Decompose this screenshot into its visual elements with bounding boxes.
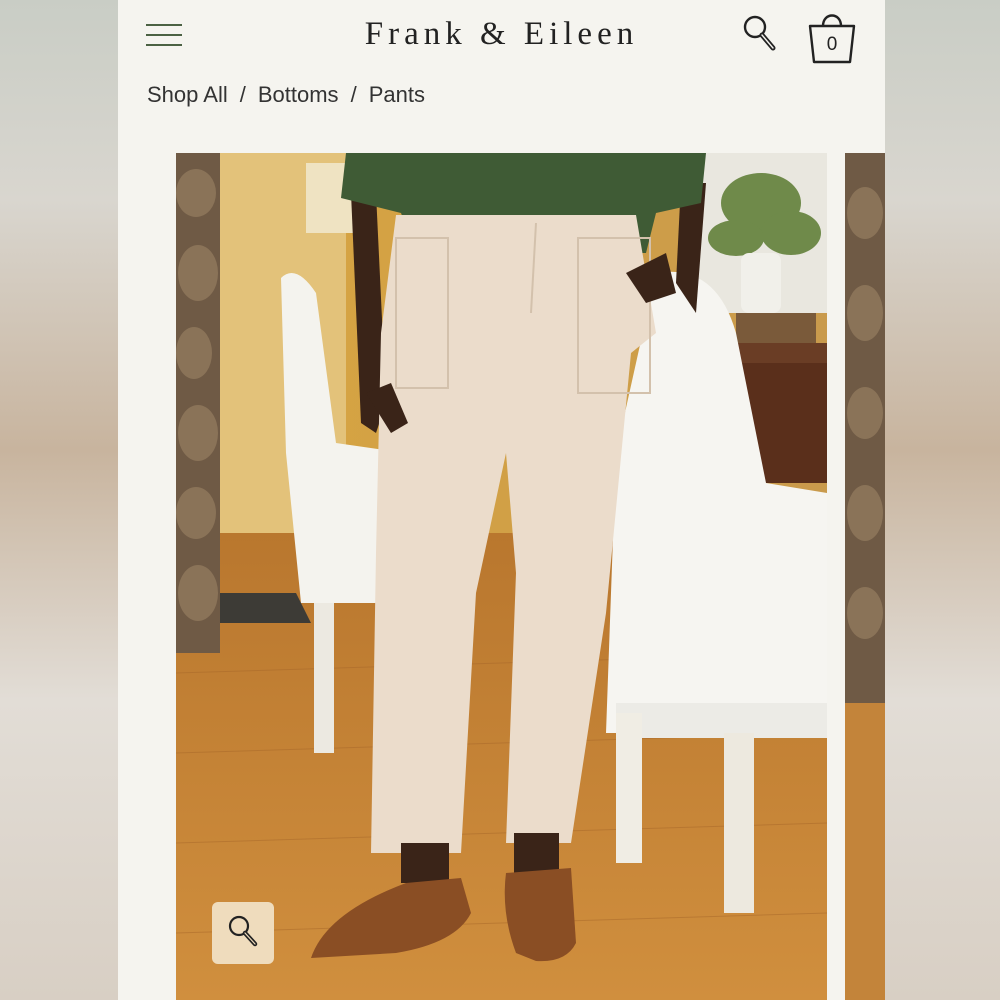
cart-button[interactable]: 0: [804, 4, 860, 66]
next-product-image-peek[interactable]: [845, 153, 885, 1000]
product-image[interactable]: [176, 153, 827, 1000]
product-photo-illustration: [176, 153, 827, 1000]
next-photo-illustration: [845, 153, 885, 1000]
breadcrumb-pants[interactable]: Pants: [369, 82, 425, 108]
breadcrumb-separator: /: [350, 82, 357, 107]
zoom-icon: [228, 915, 258, 947]
search-icon: [743, 15, 776, 51]
breadcrumb-bottoms[interactable]: Bottoms: [258, 82, 339, 108]
cart-count: 0: [826, 34, 838, 55]
blurred-background-left: [0, 0, 120, 1000]
blurred-background-right: [884, 0, 1000, 1000]
breadcrumb-separator: /: [239, 82, 246, 107]
search-button[interactable]: [740, 12, 780, 54]
mobile-page: Frank & Eileen 0 Shop All / Bottoms / Pants: [118, 0, 885, 1000]
breadcrumb: Shop All / Bottoms / Pants: [147, 82, 425, 110]
zoom-button[interactable]: [212, 902, 274, 964]
site-header: Frank & Eileen 0: [118, 0, 885, 78]
breadcrumb-shop-all[interactable]: Shop All: [147, 82, 228, 108]
